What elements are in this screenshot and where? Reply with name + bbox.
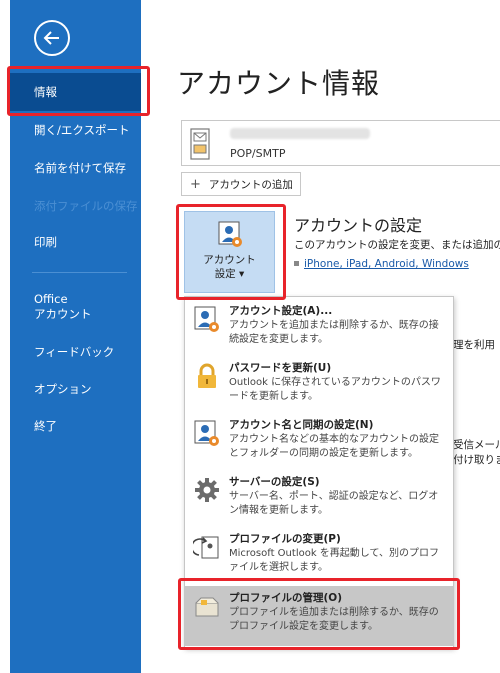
arrow-left-icon [43,31,59,45]
nav-item-feedback[interactable]: フィードバック [10,333,141,371]
account-sync-icon [194,420,219,446]
bullet-icon [294,261,299,266]
annotation-highlight-account-settings [176,204,286,300]
nav-item-open-export[interactable]: 開く/エクスポート [10,111,141,149]
menu-item-title: サーバーの設定(S) [229,476,320,488]
annotation-highlight-info [7,66,150,116]
bg-text-fragment: 受信メール [453,439,500,451]
menu-item-update-password[interactable]: パスワードを更新(U) Outlook に保存されているアカウントのパスワードを… [185,356,453,413]
lock-icon [198,363,216,388]
bg-text-fragment: 理を利用 [453,339,495,351]
account-selector[interactable]: POP/SMTP [181,120,500,166]
plus-icon: + [190,176,201,192]
account-settings-icon [194,306,219,332]
nav-item-print[interactable]: 印刷 [10,223,141,261]
add-account-button[interactable]: + アカウントの追加 [181,172,301,196]
menu-item-server-settings[interactable]: サーバーの設定(S) サーバー名、ポート、認証の設定など、ログオン情報を更新しま… [185,470,453,527]
menu-item-description: Outlook に保存されているアカウントのパスワードを更新します。 [229,377,441,402]
mobile-setup-link[interactable]: iPhone, iPad, Android, Windows [304,258,469,270]
menu-item-description: Microsoft Outlook を再起動して、別のプロファイルを選択します。 [229,548,440,573]
menu-item-change-profile[interactable]: プロファイルの変更(P) Microsoft Outlook を再起動して、別の… [185,527,453,584]
menu-item-account-name-sync[interactable]: アカウント名と同期の設定(N) アカウント名などの基本的なアカウントの設定とフォ… [185,413,453,470]
menu-item-description: サーバー名、ポート、認証の設定など、ログオン情報を更新します。 [229,491,439,516]
menu-item-title: パスワードを更新(U) [229,362,332,374]
nav-item-save-as[interactable]: 名前を付けて保存 [10,149,141,187]
annotation-highlight-manage-profiles [178,578,460,650]
bg-text-fragment: 付け取ります。 [453,454,500,466]
menu-item-title: アカウント設定(A)... [229,305,333,317]
account-type: POP/SMTP [230,147,286,160]
email-account-icon [190,128,210,160]
account-email-blurred [230,128,370,139]
nav-item-office-account[interactable]: Office アカウント [10,289,141,325]
menu-item-account-settings[interactable]: アカウント設定(A)... アカウントを追加または削除するか、既存の接続設定を変… [185,299,453,356]
account-settings-heading: アカウントの設定 [294,216,423,235]
profile-change-icon [193,536,219,559]
nav-item-exit[interactable]: 終了 [10,407,141,445]
menu-item-description: アカウントを追加または削除するか、既存の接続設定を変更します。 [229,320,439,345]
menu-item-description: アカウント名などの基本的なアカウントの設定とフォルダーの同期の設定を更新します。 [229,434,439,459]
nav-divider [32,272,127,273]
menu-item-title: アカウント名と同期の設定(N) [229,419,374,431]
back-button[interactable] [34,20,70,56]
page-title: アカウント情報 [177,67,381,100]
gear-icon [195,478,219,502]
add-account-label: アカウントの追加 [208,178,293,191]
menu-item-title: プロファイルの変更(P) [229,533,341,545]
nav-item-options[interactable]: オプション [10,370,141,408]
nav-item-save-attachments: 添付ファイルの保存 [34,199,138,213]
account-settings-description: このアカウントの設定を変更、または追加の接 [294,239,500,251]
